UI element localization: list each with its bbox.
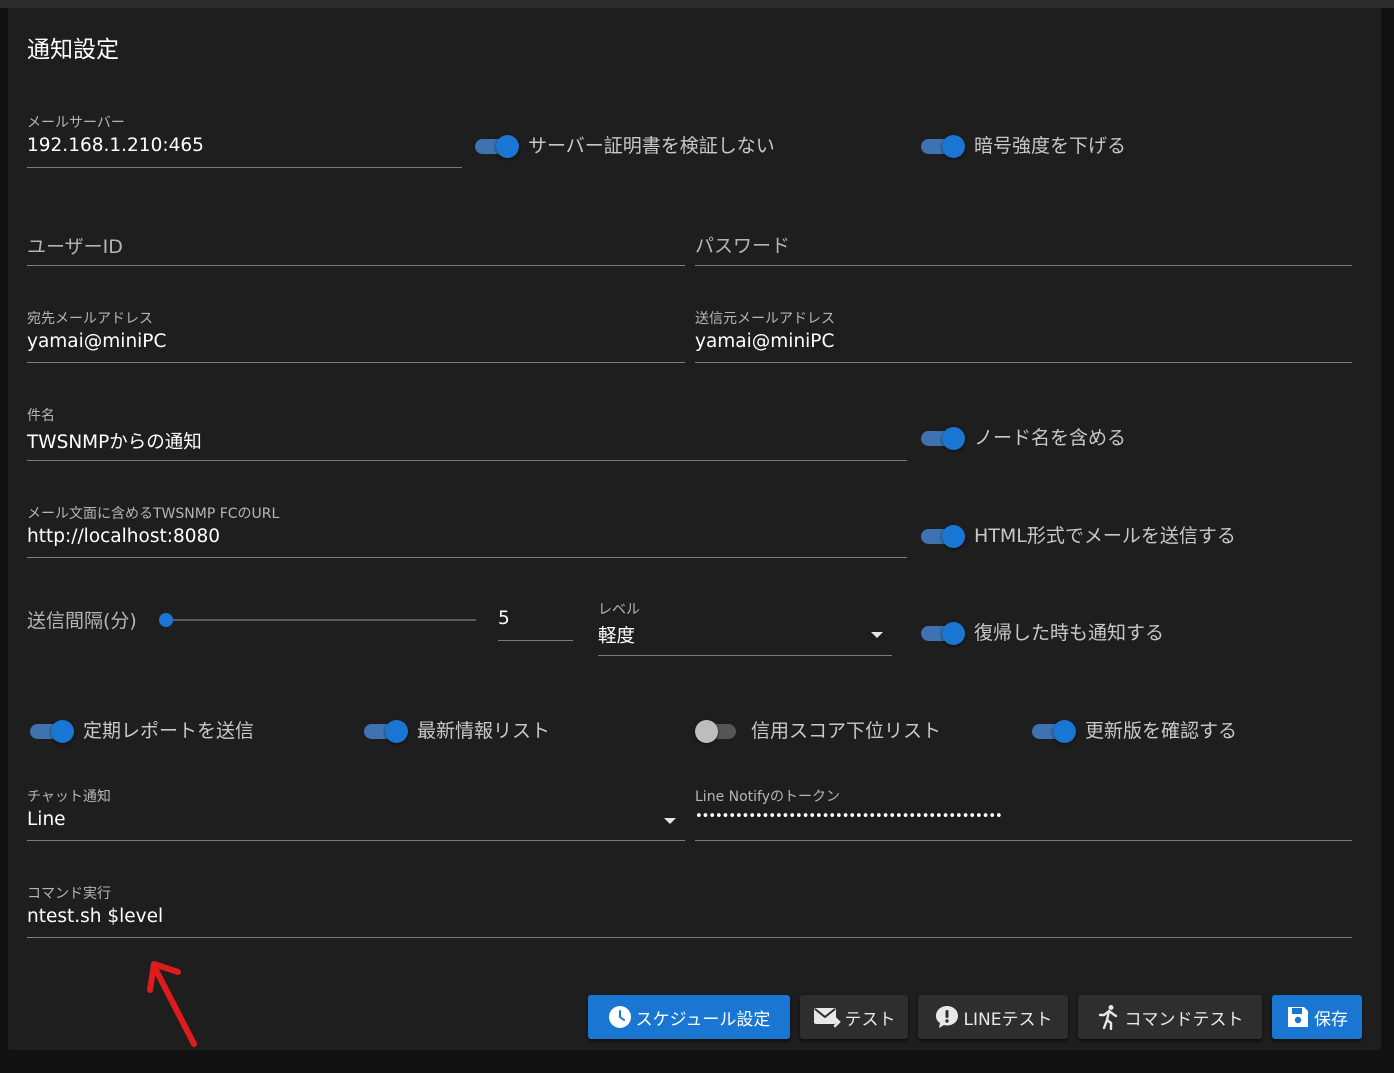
line-test-button[interactable]: LINEテスト bbox=[918, 995, 1068, 1039]
user-id-field[interactable]: ユーザーID bbox=[27, 208, 685, 266]
save-button[interactable]: 保存 bbox=[1272, 995, 1362, 1039]
window-top-bar bbox=[0, 0, 1394, 8]
interval-slider-thumb[interactable] bbox=[159, 613, 173, 627]
level-label: レベル bbox=[598, 602, 640, 618]
chat-alert-icon bbox=[935, 1006, 958, 1028]
notify-recovery-label: 復帰した時も通知する bbox=[974, 622, 1165, 644]
chevron-down-icon bbox=[871, 632, 883, 638]
interval-slider-track[interactable] bbox=[166, 619, 476, 621]
subject-field[interactable]: 件名 TWSNMPからの通知 bbox=[27, 401, 907, 461]
url-label: メール文面に含めるTWSNMP FCのURL bbox=[27, 506, 280, 522]
from-address-field[interactable]: 送信元メールアドレス yamai@miniPC bbox=[695, 304, 1352, 363]
toggle-thumb bbox=[942, 135, 965, 158]
test-button-label: テスト bbox=[844, 1009, 896, 1030]
password-placeholder: パスワード bbox=[695, 235, 791, 257]
run-icon bbox=[1098, 1005, 1117, 1030]
toggle-thumb bbox=[51, 720, 74, 743]
mail-send-icon bbox=[813, 1008, 841, 1028]
line-token-label: Line Notifyのトークン bbox=[695, 789, 841, 805]
user-id-placeholder: ユーザーID bbox=[27, 236, 123, 258]
red-arrow-annotation bbox=[147, 961, 197, 1047]
chevron-down-icon bbox=[664, 818, 676, 824]
line-test-button-label: LINEテスト bbox=[963, 1009, 1053, 1030]
mail-server-input[interactable]: 192.168.1.210:465 bbox=[27, 135, 204, 156]
line-token-input[interactable]: ••••••••••••••••••••••••••••••••••••••••… bbox=[695, 809, 1003, 824]
low-credit-score-label: 信用スコア下位リスト bbox=[751, 720, 942, 742]
command-label: コマンド実行 bbox=[27, 886, 111, 902]
schedule-button[interactable]: スケジュール設定 bbox=[588, 995, 790, 1039]
skip-cert-verify-label: サーバー証明書を検証しない bbox=[528, 135, 775, 157]
floppy-disk-icon bbox=[1288, 1007, 1308, 1027]
toggle-thumb bbox=[385, 720, 408, 743]
command-test-button-label: コマンドテスト bbox=[1124, 1009, 1244, 1030]
latest-info-label: 最新情報リスト bbox=[417, 720, 551, 742]
url-field[interactable]: メール文面に含めるTWSNMP FCのURL http://localhost:… bbox=[27, 499, 907, 558]
subject-input[interactable]: TWSNMPからの通知 bbox=[27, 428, 202, 454]
toggle-thumb bbox=[496, 135, 519, 158]
save-button-label: 保存 bbox=[1314, 1009, 1348, 1030]
chat-notify-select[interactable]: チャット通知 Line bbox=[27, 782, 685, 841]
html-mail-label: HTML形式でメールを送信する bbox=[974, 525, 1236, 547]
command-input[interactable]: ntest.sh $level bbox=[27, 906, 163, 927]
weak-cipher-label: 暗号強度を下げる bbox=[974, 135, 1127, 157]
to-address-field[interactable]: 宛先メールアドレス yamai@miniPC bbox=[27, 304, 685, 363]
to-address-label: 宛先メールアドレス bbox=[27, 311, 153, 327]
toggle-thumb bbox=[695, 720, 718, 743]
interval-label: 送信間隔(分) bbox=[27, 610, 137, 632]
command-test-button[interactable]: コマンドテスト bbox=[1078, 995, 1262, 1039]
subject-label: 件名 bbox=[27, 408, 55, 424]
mail-server-field[interactable]: メールサーバー 192.168.1.210:465 bbox=[27, 108, 462, 168]
toggle-thumb bbox=[942, 525, 965, 548]
level-value: 軽度 bbox=[598, 626, 636, 647]
toggle-thumb bbox=[942, 427, 965, 450]
level-select[interactable]: レベル 軽度 bbox=[598, 596, 892, 656]
interval-value-input[interactable]: 5 bbox=[498, 608, 510, 629]
schedule-button-label: スケジュール設定 bbox=[635, 1009, 771, 1030]
test-button[interactable]: テスト bbox=[800, 995, 908, 1039]
toggle-thumb bbox=[1053, 720, 1076, 743]
toggle-thumb bbox=[942, 622, 965, 645]
check-update-label: 更新版を確認する bbox=[1085, 720, 1238, 742]
include-node-name-label: ノード名を含める bbox=[974, 427, 1127, 449]
periodic-report-label: 定期レポートを送信 bbox=[83, 720, 255, 742]
notification-settings-card: 通知設定 メールサーバー 192.168.1.210:465 サーバー証明書を検… bbox=[8, 8, 1381, 1050]
to-address-input[interactable]: yamai@miniPC bbox=[27, 331, 166, 352]
mail-server-label: メールサーバー bbox=[27, 115, 125, 131]
command-field[interactable]: コマンド実行 ntest.sh $level bbox=[27, 879, 1352, 938]
clock-icon bbox=[608, 1006, 631, 1028]
from-address-label: 送信元メールアドレス bbox=[695, 311, 835, 327]
from-address-input[interactable]: yamai@miniPC bbox=[695, 331, 834, 352]
interval-value-field[interactable]: 5 bbox=[498, 598, 573, 641]
page-title: 通知設定 bbox=[27, 37, 119, 63]
chat-notify-label: チャット通知 bbox=[27, 789, 111, 805]
url-input[interactable]: http://localhost:8080 bbox=[27, 526, 220, 547]
chat-notify-value: Line bbox=[27, 809, 66, 830]
password-field[interactable]: パスワード bbox=[695, 208, 1352, 266]
line-token-field[interactable]: Line Notifyのトークン •••••••••••••••••••••••… bbox=[695, 782, 1352, 841]
